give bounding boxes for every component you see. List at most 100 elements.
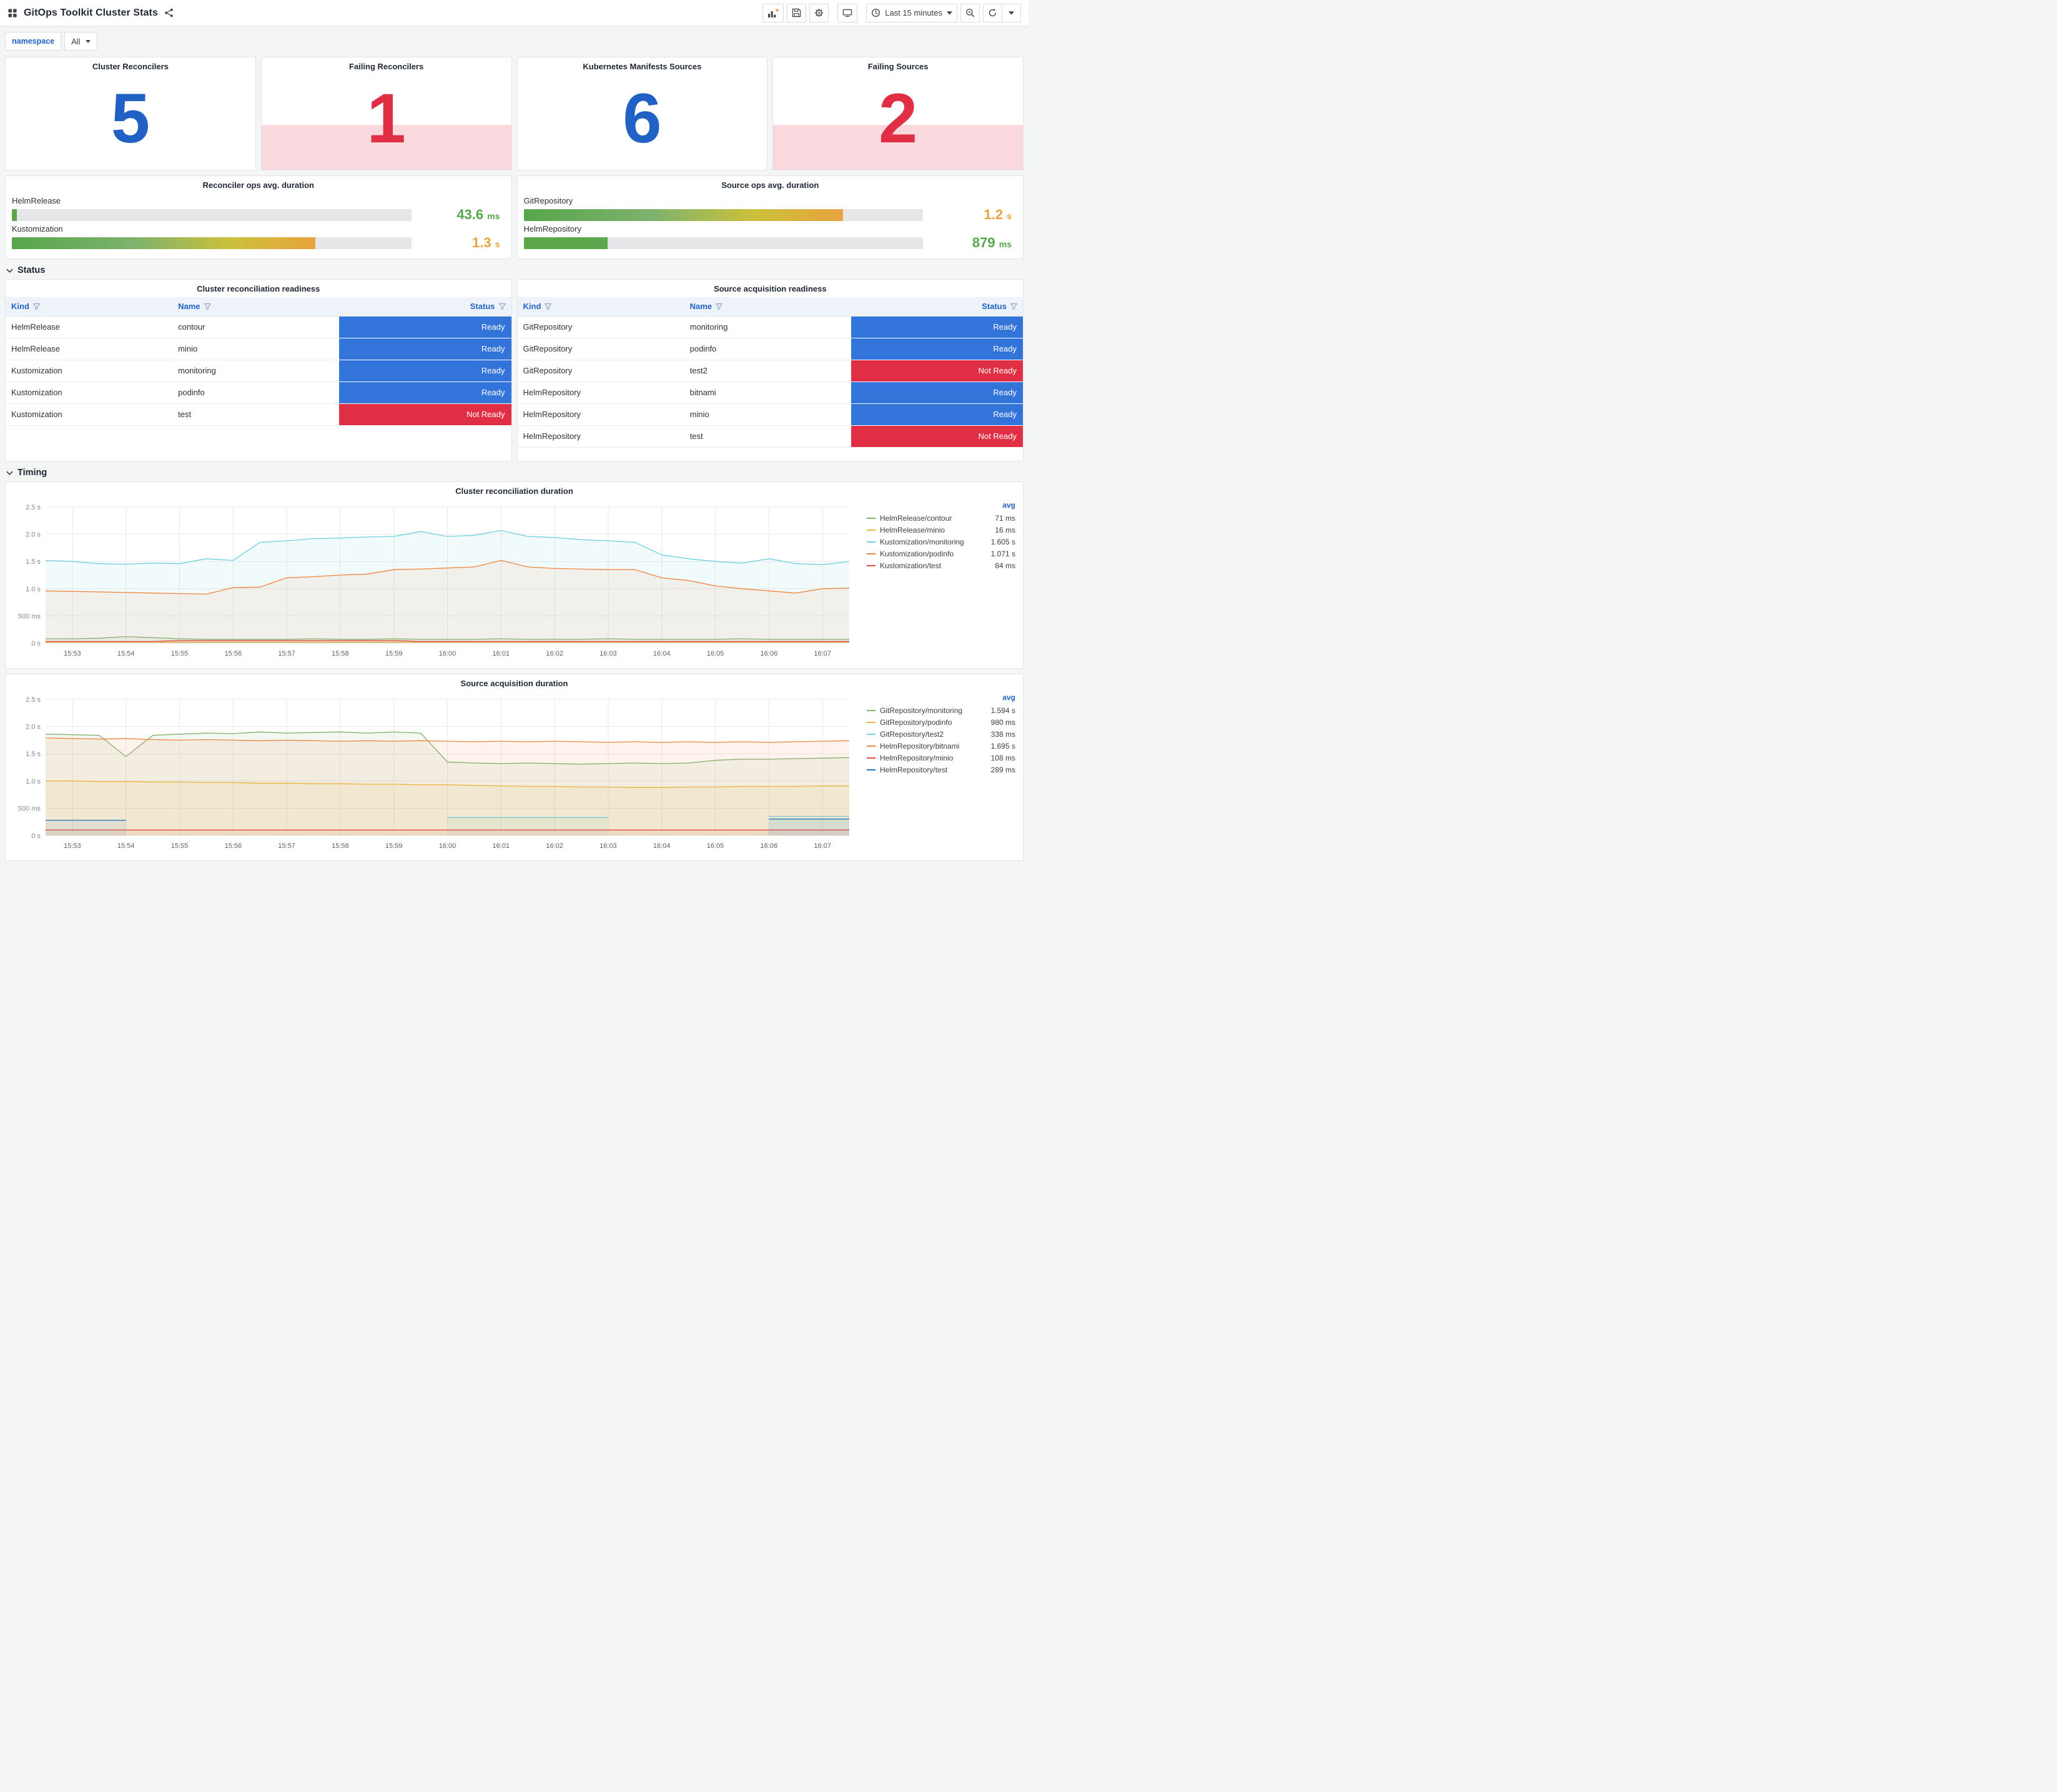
table-row: HelmRepository test Not Ready: [517, 425, 1023, 448]
series-color-mark: [867, 721, 876, 723]
cell-kind: GitRepository: [517, 360, 684, 382]
table-row: GitRepository test2 Not Ready: [517, 360, 1023, 382]
legend-item[interactable]: HelmRepository/test 289 ms: [867, 764, 1015, 775]
cell-kind: GitRepository: [517, 338, 684, 360]
table-header-row: Kind Name Status: [517, 297, 1023, 317]
status-row: Cluster reconciliation readiness Kind Na…: [5, 279, 1024, 461]
cell-name: podinfo: [172, 382, 340, 404]
cycle-view-button[interactable]: [837, 3, 858, 22]
series-avg-value: 1.605 s: [990, 537, 1015, 546]
svg-text:15:53: 15:53: [64, 842, 81, 850]
panel-title[interactable]: Failing Sources: [773, 57, 1023, 75]
series-avg-value: 71 ms: [995, 513, 1015, 523]
column-header-name[interactable]: Name: [684, 297, 851, 317]
variable-namespace-value[interactable]: All: [64, 32, 97, 51]
panel-title[interactable]: Kubernetes Manifests Sources: [518, 57, 767, 75]
apps-icon[interactable]: [7, 8, 17, 18]
svg-text:1.0 s: 1.0 s: [26, 586, 41, 593]
chevron-down-icon: [6, 268, 13, 273]
filter-funnel-icon: [32, 303, 40, 310]
chart-legend: avg HelmRelease/contour 71 ms HelmRelease/m…: [859, 500, 1018, 661]
panel-title[interactable]: Source acquisition readiness: [518, 280, 1024, 297]
stat-value: 2: [878, 79, 918, 157]
svg-text:16:02: 16:02: [546, 842, 563, 850]
section-row-timing[interactable]: Timing: [5, 461, 1024, 481]
add-panel-button[interactable]: [762, 3, 784, 22]
time-range-label: Last 15 minutes: [885, 8, 942, 17]
table-row: HelmRelease contour Ready: [6, 316, 511, 338]
chevron-down-icon: [1009, 11, 1014, 15]
time-range-picker[interactable]: Last 15 minutes: [866, 3, 957, 22]
series-name: GitRepository/podinfo: [880, 717, 952, 727]
gauge-value: 1.2 s: [984, 207, 1012, 222]
svg-text:15:56: 15:56: [225, 650, 242, 657]
dashboard-settings-button[interactable]: [809, 3, 829, 22]
svg-text:15:56: 15:56: [225, 842, 242, 850]
cell-kind: HelmRepository: [517, 382, 684, 404]
status-badge: Ready: [851, 403, 1023, 426]
status-badge: Ready: [851, 338, 1023, 360]
series-color-mark: [867, 517, 876, 519]
column-header-status[interactable]: Status: [339, 297, 511, 317]
svg-text:2.0 s: 2.0 s: [26, 531, 41, 539]
column-header-status[interactable]: Status: [851, 297, 1023, 317]
readiness-table: Kind Name Status GitRepository monitoring…: [517, 297, 1023, 448]
cell-kind: HelmRelease: [6, 338, 173, 360]
panel-title[interactable]: Cluster Reconcilers: [6, 57, 255, 75]
panel-cluster-reconciliation-duration: Cluster reconciliation duration 0 s 500 m…: [5, 481, 1024, 669]
series-color-mark: [867, 553, 876, 554]
panel-title[interactable]: Source ops avg. duration: [518, 176, 1024, 194]
legend-avg-header: avg: [1002, 501, 1015, 510]
zoom-out-button[interactable]: [960, 3, 980, 22]
panel-title[interactable]: Cluster reconciliation duration: [11, 482, 1018, 500]
save-dashboard-button[interactable]: [787, 3, 807, 22]
svg-text:16:00: 16:00: [439, 650, 456, 657]
refresh-button[interactable]: [983, 3, 1002, 22]
column-header-kind[interactable]: Kind: [517, 297, 684, 317]
legend-item[interactable]: Kustomization/monitoring 1.605 s: [867, 536, 1015, 548]
svg-text:16:05: 16:05: [707, 842, 724, 850]
gauge-fill: [523, 237, 608, 249]
legend-item[interactable]: Kustomization/podinfo 1.071 s: [867, 548, 1015, 559]
stat-value: 1: [367, 79, 406, 157]
svg-text:16:04: 16:04: [653, 842, 671, 850]
column-header-name[interactable]: Name: [172, 297, 340, 317]
series-avg-value: 84 ms: [995, 561, 1015, 570]
legend-item[interactable]: HelmRepository/bitnami 1.695 s: [867, 740, 1015, 752]
dashboard-body: namespace All Cluster Reconcilers 5 Fail…: [0, 26, 1028, 867]
variable-namespace-label[interactable]: namespace: [5, 32, 62, 51]
legend-item[interactable]: HelmRepository/minio 108 ms: [867, 752, 1015, 764]
legend-item[interactable]: GitRepository/monitoring 1.594 s: [867, 704, 1015, 716]
status-badge: Ready: [339, 338, 511, 360]
panel-title[interactable]: Failing Reconcilers: [262, 57, 511, 75]
legend-item[interactable]: HelmRelease/contour 71 ms: [867, 512, 1015, 524]
refresh-interval-button[interactable]: [1002, 3, 1021, 22]
stats-row: Cluster Reconcilers 5 Failing Reconciler…: [5, 57, 1024, 170]
share-icon[interactable]: [164, 8, 174, 17]
panel-source-ops-duration: Source ops avg. duration GitRepository 1…: [516, 175, 1024, 259]
section-row-status[interactable]: Status: [5, 259, 1024, 279]
variable-selected-value: All: [71, 36, 81, 46]
legend-item[interactable]: GitRepository/test2 338 ms: [867, 728, 1015, 740]
time-series-plot[interactable]: 0 s 500 ms 1.0 s 1.5 s 2.0 s 2.5 s 15:53 15:54 1…: [11, 500, 859, 661]
panel-title[interactable]: Source acquisition duration: [11, 674, 1018, 692]
cell-kind: HelmRepository: [517, 425, 684, 448]
panel-title[interactable]: Cluster reconciliation readiness: [6, 280, 511, 297]
svg-text:16:07: 16:07: [814, 650, 831, 657]
dashboard-title: GitOps Toolkit Cluster Stats: [24, 7, 158, 18]
legend-item[interactable]: Kustomization/test 84 ms: [867, 559, 1015, 571]
svg-text:16:07: 16:07: [814, 842, 831, 850]
chart-legend: avg GitRepository/monitoring 1.594 s GitRep…: [859, 692, 1018, 853]
column-header-kind[interactable]: Kind: [6, 297, 173, 317]
cell-kind: GitRepository: [517, 316, 684, 338]
legend-item[interactable]: HelmRelease/minio 16 ms: [867, 524, 1015, 536]
svg-text:2.5 s: 2.5 s: [26, 696, 41, 704]
legend-item[interactable]: GitRepository/podinfo 980 ms: [867, 716, 1015, 728]
time-series-plot[interactable]: 0 s 500 ms 1.0 s 1.5 s 2.0 s 2.5 s 15:53 15:54 1…: [11, 692, 859, 853]
legend-avg-header: avg: [1002, 693, 1015, 702]
status-badge: Not Ready: [851, 360, 1023, 382]
svg-text:15:54: 15:54: [117, 842, 135, 850]
table-row: GitRepository monitoring Ready: [517, 316, 1023, 338]
panel-title[interactable]: Reconciler ops avg. duration: [6, 176, 511, 194]
status-badge: Ready: [339, 316, 511, 338]
